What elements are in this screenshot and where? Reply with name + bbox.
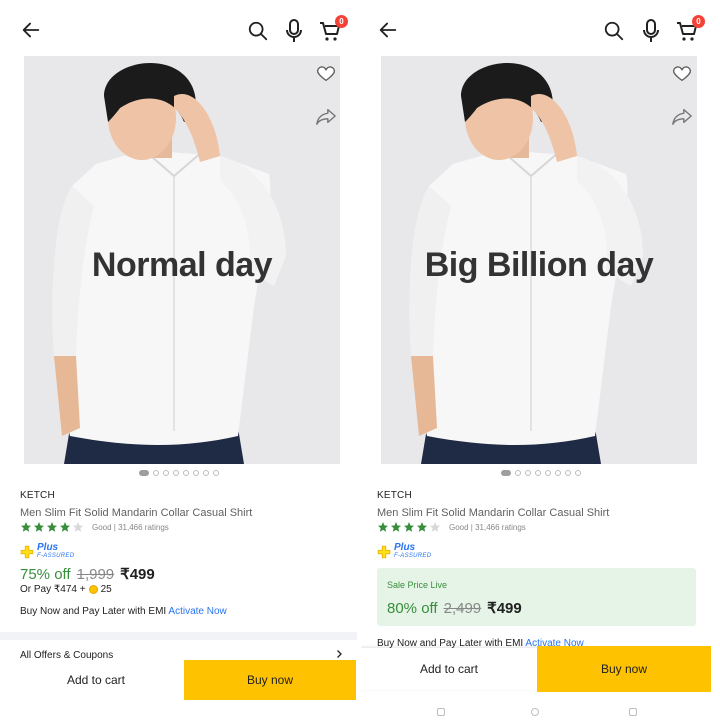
- home-nav-icon[interactable]: [531, 708, 539, 716]
- price-row: 75% off 1,999 ₹499: [20, 565, 155, 583]
- star-icon: [21, 522, 31, 532]
- wishlist-heart-icon[interactable]: [315, 62, 337, 84]
- plus-assured-badge: Plus F-ASSURED: [377, 543, 431, 560]
- cart-count-badge: 0: [335, 15, 348, 28]
- brand-name: KETCH: [377, 490, 412, 501]
- back-arrow-icon[interactable]: [20, 19, 42, 41]
- overlay-caption: Big Billion day: [424, 246, 654, 284]
- sale-price-box: Sale Price Live 80% off 2,499 ₹499: [377, 568, 696, 626]
- star-icon: [34, 522, 44, 532]
- f-assured-label: F-ASSURED: [394, 553, 432, 559]
- system-nav-bar: [361, 700, 720, 720]
- product-image[interactable]: Normal day: [24, 56, 340, 464]
- carousel-dot[interactable]: [534, 470, 541, 476]
- discount-percent: 75% off: [20, 566, 71, 583]
- microphone-icon[interactable]: [642, 19, 660, 43]
- selling-price: ₹499: [120, 566, 155, 583]
- search-icon[interactable]: [603, 20, 625, 42]
- buy-now-button[interactable]: Buy now: [184, 660, 356, 700]
- coin-amount: 25: [100, 584, 112, 595]
- star-icon: [47, 522, 57, 532]
- carousel-dot[interactable]: [514, 470, 521, 476]
- carousel-dot[interactable]: [182, 470, 189, 476]
- share-icon[interactable]: [671, 106, 693, 126]
- star-rating: [377, 521, 441, 533]
- carousel-dot[interactable]: [138, 470, 149, 476]
- carousel-dot[interactable]: [574, 470, 581, 476]
- carousel-dot[interactable]: [202, 470, 209, 476]
- carousel-dot[interactable]: [162, 470, 169, 476]
- plus-label: Plus: [394, 542, 416, 553]
- plus-label: Plus: [37, 542, 59, 553]
- cart-count-badge: 0: [692, 15, 705, 28]
- star-empty-icon: [430, 522, 440, 532]
- top-bar: 0: [361, 0, 720, 58]
- sale-live-label: Sale Price Live: [387, 580, 448, 590]
- emi-row: Buy Now and Pay Later with EMI Activate …: [20, 606, 227, 617]
- section-divider: [0, 632, 357, 640]
- carousel-dot[interactable]: [152, 470, 159, 476]
- discount-percent: 80% off: [387, 600, 438, 617]
- search-icon[interactable]: [247, 20, 269, 42]
- emi-text: Buy Now and Pay Later with EMI: [20, 606, 167, 617]
- microphone-icon[interactable]: [285, 19, 303, 43]
- image-carousel-dots: [0, 470, 357, 476]
- cart-button[interactable]: 0: [318, 15, 348, 43]
- normal-day-panel: 0 Normal day KETCH Men Slim Fit Solid Ma…: [0, 0, 357, 720]
- star-icon: [404, 522, 414, 532]
- carousel-dot[interactable]: [500, 470, 511, 476]
- product-image[interactable]: Big Billion day: [381, 56, 697, 464]
- buy-now-button[interactable]: Buy now: [537, 646, 711, 692]
- original-price: 2,499: [443, 600, 482, 617]
- supercoin-pay-row: Or Pay ₹474 + 25: [20, 584, 112, 595]
- back-arrow-icon[interactable]: [377, 19, 399, 41]
- price-row: 80% off 2,499 ₹499: [387, 599, 522, 617]
- cart-button[interactable]: 0: [675, 15, 705, 43]
- star-icon: [417, 522, 427, 532]
- or-pay-text: Or Pay ₹474 +: [20, 584, 86, 595]
- carousel-dot[interactable]: [192, 470, 199, 476]
- f-assured-label: F-ASSURED: [37, 553, 75, 559]
- carousel-dot[interactable]: [564, 470, 571, 476]
- carousel-dot[interactable]: [172, 470, 179, 476]
- selling-price: ₹499: [487, 600, 522, 617]
- add-to-cart-button[interactable]: Add to cart: [361, 648, 537, 690]
- star-icon: [391, 522, 401, 532]
- carousel-dot[interactable]: [524, 470, 531, 476]
- plus-assured-icon: [20, 545, 34, 558]
- top-bar: 0: [0, 0, 357, 58]
- plus-assured-badge: Plus F-ASSURED: [20, 543, 74, 560]
- rating-text: Good | 31,466 ratings: [449, 522, 526, 532]
- carousel-dot[interactable]: [544, 470, 551, 476]
- image-carousel-dots: [361, 470, 720, 476]
- carousel-dot[interactable]: [212, 470, 219, 476]
- overlay-caption: Normal day: [91, 246, 273, 284]
- chevron-right-icon: [337, 650, 342, 658]
- original-price: 1,999: [76, 566, 115, 583]
- wishlist-heart-icon[interactable]: [671, 62, 693, 84]
- star-rating: [20, 521, 84, 533]
- carousel-dot[interactable]: [554, 470, 561, 476]
- rating-text: Good | 31,466 ratings: [92, 522, 169, 532]
- star-icon: [378, 522, 388, 532]
- activate-now-link[interactable]: Activate Now: [168, 606, 226, 617]
- star-icon: [60, 522, 70, 532]
- rating-row[interactable]: Good | 31,466 ratings: [377, 521, 526, 533]
- star-empty-icon: [73, 522, 83, 532]
- product-title: Men Slim Fit Solid Mandarin Collar Casua…: [377, 507, 610, 519]
- share-icon[interactable]: [315, 106, 337, 126]
- rating-row[interactable]: Good | 31,466 ratings: [20, 521, 169, 533]
- product-title: Men Slim Fit Solid Mandarin Collar Casua…: [20, 507, 253, 519]
- back-nav-icon[interactable]: [629, 708, 637, 716]
- recents-nav-icon[interactable]: [437, 708, 445, 716]
- plus-assured-icon: [377, 545, 391, 558]
- brand-name: KETCH: [20, 490, 55, 501]
- supercoin-icon: [88, 585, 98, 594]
- add-to-cart-button[interactable]: Add to cart: [8, 660, 184, 700]
- big-billion-day-panel: 0 Big Billion day KETCH Men Slim Fit Sol…: [361, 0, 720, 720]
